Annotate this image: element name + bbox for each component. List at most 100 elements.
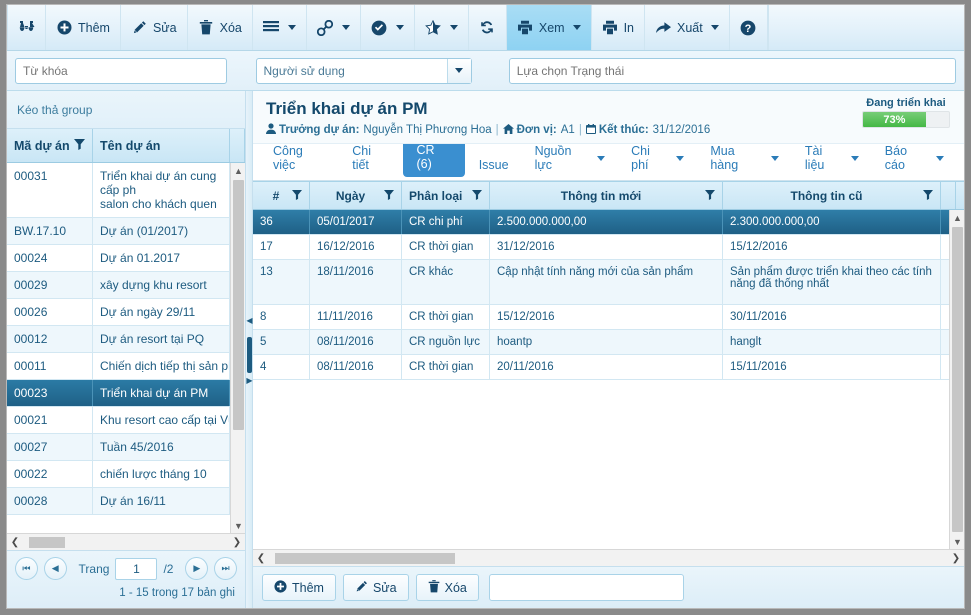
scroll-down-icon[interactable]: ▼ xyxy=(231,518,245,533)
cr-old-info-cell: hanglt xyxy=(723,330,941,354)
print-button-label: In xyxy=(623,20,635,35)
column-header-num[interactable]: # xyxy=(253,182,310,209)
chevron-down-icon xyxy=(287,25,296,30)
filter-icon[interactable] xyxy=(292,189,302,203)
scrollbar-track[interactable] xyxy=(23,534,229,550)
user-select[interactable]: Người sử dụng xyxy=(255,57,472,84)
print-button[interactable]: In xyxy=(592,5,646,50)
scrollbar-thumb[interactable] xyxy=(29,537,65,548)
last-page-button[interactable]: ⏭ xyxy=(214,557,237,580)
cr-type-cell: CR thời gian xyxy=(402,305,490,329)
scroll-down-icon[interactable]: ▼ xyxy=(950,534,964,549)
view-button[interactable]: Xem xyxy=(506,5,592,50)
cr-delete-button[interactable]: Xóa xyxy=(415,574,479,601)
table-row[interactable]: 17 16/12/2016 CR thời gian 31/12/2016 15/12/… xyxy=(253,235,964,260)
table-row[interactable]: 00028 Dự án 16/11 xyxy=(7,488,245,515)
project-list-vertical-scrollbar[interactable]: ▲ ▼ xyxy=(230,163,245,533)
column-header-old-info[interactable]: Thông tin cũ xyxy=(723,182,941,209)
table-row[interactable]: 00022 chiến lược tháng 10 xyxy=(7,461,245,488)
column-header-date[interactable]: Ngày xyxy=(310,182,402,209)
keyword-input[interactable] xyxy=(15,57,227,84)
scroll-up-icon[interactable]: ▲ xyxy=(231,163,245,178)
next-page-button[interactable]: ▶ xyxy=(185,557,209,580)
scrollbar-thumb[interactable] xyxy=(233,180,244,430)
add-button[interactable]: Thêm xyxy=(46,5,121,50)
column-header-type[interactable]: Phân loại xyxy=(402,182,490,209)
table-row[interactable]: 00011Chiến dịch tiếp thị sản phẩn xyxy=(7,353,245,380)
chevron-down-icon[interactable] xyxy=(446,58,471,83)
collapse-left-icon[interactable]: ◀ xyxy=(246,316,253,325)
menu-button[interactable] xyxy=(253,5,307,50)
prev-page-button[interactable]: ◀ xyxy=(43,557,67,580)
edit-button[interactable]: Sửa xyxy=(121,5,188,50)
filter-icon[interactable] xyxy=(923,189,933,203)
scroll-left-icon[interactable]: ❮ xyxy=(7,537,23,548)
approve-button[interactable] xyxy=(361,5,415,50)
table-row[interactable]: 00027 Tuần 45/2016 xyxy=(7,434,245,461)
filter-icon[interactable] xyxy=(74,138,85,153)
page-number-input[interactable] xyxy=(115,557,158,580)
refresh-button[interactable] xyxy=(469,5,507,50)
filter-icon[interactable] xyxy=(705,189,715,203)
column-header-name[interactable]: Tên dự án xyxy=(93,129,230,162)
table-row[interactable]: 00021 Khu resort cao cấp tại Vũn xyxy=(7,407,245,434)
cr-grid-horizontal-scrollbar[interactable]: ❮ ❯ xyxy=(253,549,964,566)
unit-value: A1 xyxy=(560,124,575,136)
cr-num-cell: 36 xyxy=(253,210,310,234)
delete-button[interactable]: Xóa xyxy=(188,5,253,50)
status-input[interactable] xyxy=(508,57,957,84)
filter-icon[interactable] xyxy=(384,189,394,203)
export-button[interactable]: Xuất xyxy=(645,5,730,50)
splitter-grip[interactable] xyxy=(247,337,252,373)
tab-issue[interactable]: Issue xyxy=(467,151,521,179)
table-row[interactable]: 5 08/11/2016 CR nguồn lực hoantp hanglt xyxy=(253,330,964,355)
collapse-right-icon[interactable]: ▶ xyxy=(246,376,253,385)
table-row[interactable]: 00024 Dự án 01.2017 xyxy=(7,245,245,272)
svg-text:?: ? xyxy=(745,23,752,35)
pane-splitter[interactable]: ◀ ▶ xyxy=(246,91,253,608)
scroll-right-icon[interactable]: ❯ xyxy=(229,537,245,548)
cr-date-cell: 11/11/2016 xyxy=(310,305,402,329)
column-header-code[interactable]: Mã dự án xyxy=(7,129,93,162)
help-button[interactable]: ? xyxy=(730,5,768,50)
cr-old-info-cell: 15/11/2016 xyxy=(723,355,941,379)
project-code-cell: 00026 xyxy=(7,299,93,325)
project-list-horizontal-scrollbar[interactable]: ❮ ❯ xyxy=(7,533,245,550)
cr-note-input[interactable] xyxy=(488,574,684,601)
table-row[interactable]: 00012 Dự án resort tại PQ xyxy=(7,326,245,353)
cr-grid-vertical-scrollbar[interactable]: ▲ ▼ xyxy=(949,210,964,549)
table-row[interactable]: 00029 xây dựng khu resort xyxy=(7,272,245,299)
table-row[interactable]: 00031 Triển khai dự án cung cấp ph salon c… xyxy=(7,163,245,218)
table-row[interactable]: 00026 Dự án ngày 29/11 xyxy=(7,299,245,326)
cr-add-button[interactable]: Thêm xyxy=(262,574,336,601)
scrollbar-thumb[interactable] xyxy=(275,553,455,564)
first-page-button[interactable]: ⏮ xyxy=(15,557,38,580)
table-row[interactable]: 8 11/11/2016 CR thời gian 15/12/2016 30/11/2… xyxy=(253,305,964,330)
table-row[interactable]: 4 08/11/2016 CR thời gian 20/11/2016 15/11/2… xyxy=(253,355,964,380)
cr-date-cell: 08/11/2016 xyxy=(310,355,402,379)
cr-edit-button[interactable]: Sửa xyxy=(342,574,409,601)
column-header-name-label: Tên dự án xyxy=(100,138,161,153)
filter-icon[interactable] xyxy=(472,189,482,203)
home-icon xyxy=(502,123,514,137)
scrollbar-thumb[interactable] xyxy=(952,227,963,532)
link-button[interactable] xyxy=(307,5,361,50)
pencil-icon xyxy=(355,580,368,596)
table-row[interactable]: BW.17.10 Dự án (01/2017) xyxy=(7,218,245,245)
table-row[interactable]: 00023 Triển khai dự án PM xyxy=(7,380,245,407)
column-header-new-info[interactable]: Thông tin mới xyxy=(490,182,723,209)
table-row[interactable]: 13 18/11/2016 CR khác Cập nhật tính năng mớ… xyxy=(253,260,964,305)
favorite-button[interactable] xyxy=(415,5,469,50)
progress-track: 73% xyxy=(862,111,950,128)
project-name-cell: Dự án ngày 29/11 xyxy=(93,299,230,325)
table-row[interactable]: 36 05/01/2017 CR chi phí 2.500.000.000,00 2.… xyxy=(253,210,964,235)
scroll-right-icon[interactable]: ❯ xyxy=(948,553,964,564)
scroll-up-icon[interactable]: ▲ xyxy=(950,210,964,225)
cr-old-info-cell: Sản phẩm được triển khai theo các tính n… xyxy=(723,260,941,304)
main-toolbar: Thêm Sửa Xóa Xem In Xuất ? xyxy=(7,5,964,51)
scroll-left-icon[interactable]: ❮ xyxy=(253,553,269,564)
search-tool-button[interactable] xyxy=(7,5,46,50)
group-drop-area[interactable]: Kéo thả group xyxy=(7,91,245,129)
chevron-down-icon xyxy=(597,155,606,161)
scrollbar-track[interactable] xyxy=(269,550,948,566)
